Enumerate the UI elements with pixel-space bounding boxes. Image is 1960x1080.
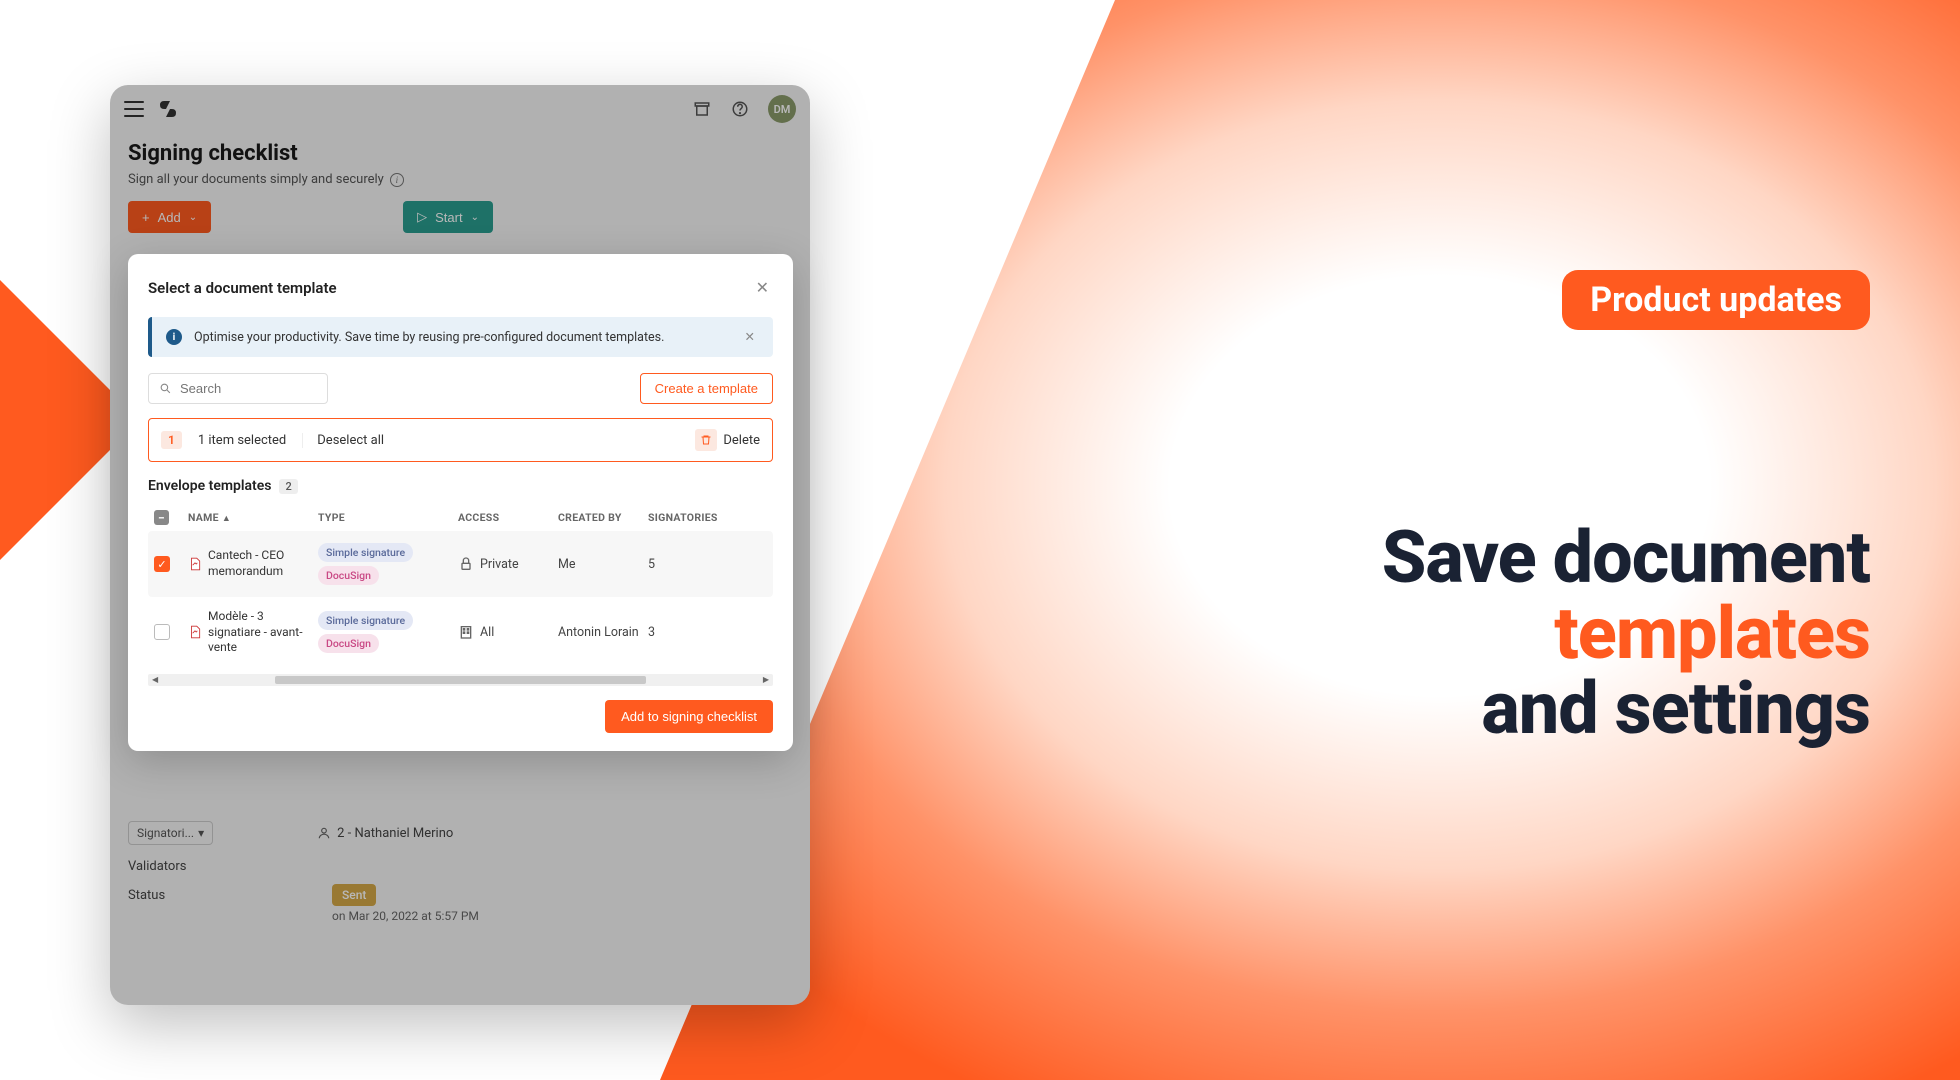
col-created-by[interactable]: CREATED BY	[558, 511, 648, 524]
col-type[interactable]: TYPE	[318, 511, 458, 524]
search-input-wrapper	[148, 373, 328, 404]
templates-table: − NAME▲ TYPE ACCESS CREATED BY SIGNATORI…	[148, 504, 773, 686]
close-icon[interactable]: ✕	[752, 274, 773, 301]
scroll-right-icon[interactable]: ▶	[763, 675, 769, 684]
selection-bar: 1 1 item selected Deselect all Delete	[148, 418, 773, 462]
scroll-left-icon[interactable]: ◀	[152, 675, 158, 684]
row-checkbox[interactable]: ✓	[154, 556, 170, 572]
created-by: Me	[558, 557, 648, 572]
type-tag: DocuSign	[318, 566, 379, 585]
info-icon: i	[166, 329, 182, 345]
col-name[interactable]: NAME▲	[188, 511, 318, 524]
modal-title: Select a document template	[148, 279, 337, 297]
selection-text: 1 item selected	[198, 433, 286, 448]
product-updates-badge: Product updates	[1562, 270, 1870, 330]
marketing-copy: Product updates Save document templates …	[1382, 270, 1870, 747]
envelope-templates-title: Envelope templates 2	[148, 478, 773, 494]
row-checkbox[interactable]	[154, 624, 170, 640]
search-input[interactable]	[180, 381, 317, 396]
selection-count-badge: 1	[161, 431, 182, 449]
type-tag: DocuSign	[318, 634, 379, 653]
create-template-button[interactable]: Create a template	[640, 373, 773, 404]
search-icon	[159, 381, 172, 396]
table-row[interactable]: Modèle - 3 signatiare - avant-vente Simp…	[148, 597, 773, 668]
template-name: Cantech - CEO memorandum	[208, 548, 318, 579]
building-icon	[458, 624, 474, 640]
lock-icon	[458, 556, 474, 572]
delete-button[interactable]: Delete	[695, 429, 760, 451]
col-signatories[interactable]: SIGNATORIES	[648, 511, 738, 524]
signatories-count: 5	[648, 557, 738, 572]
add-to-checklist-button[interactable]: Add to signing checklist	[605, 700, 773, 733]
table-row[interactable]: ✓ Cantech - CEO memorandum Simple signat…	[148, 531, 773, 597]
pdf-icon	[188, 624, 202, 640]
template-count-badge: 2	[279, 479, 297, 494]
trash-icon	[695, 429, 717, 451]
dismiss-banner-icon[interactable]: ✕	[741, 329, 759, 345]
scroll-thumb[interactable]	[275, 676, 645, 684]
col-access[interactable]: ACCESS	[458, 511, 558, 524]
template-modal: Select a document template ✕ i Optimise …	[128, 254, 793, 751]
type-tag: Simple signature	[318, 543, 413, 562]
info-banner: i Optimise your productivity. Save time …	[148, 317, 773, 357]
header-checkbox[interactable]: −	[154, 510, 169, 525]
signatories-count: 3	[648, 625, 738, 640]
table-header: − NAME▲ TYPE ACCESS CREATED BY SIGNATORI…	[148, 504, 773, 531]
headline: Save document templates and settings	[1382, 520, 1870, 747]
sort-ascending-icon: ▲	[222, 514, 231, 524]
horizontal-scrollbar[interactable]: ◀ ▶	[148, 674, 773, 686]
pdf-icon	[188, 556, 202, 572]
created-by: Antonin Lorain	[558, 625, 648, 640]
template-name: Modèle - 3 signatiare - avant-vente	[208, 609, 318, 656]
type-tag: Simple signature	[318, 611, 413, 630]
deselect-all-button[interactable]: Deselect all	[302, 433, 384, 448]
